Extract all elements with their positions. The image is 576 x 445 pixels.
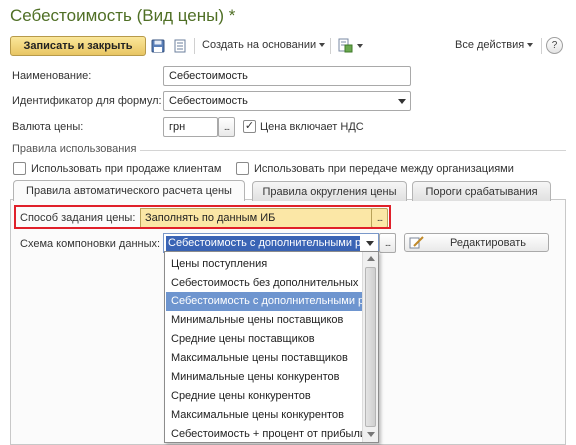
- usage-rules-title: Правила использования: [12, 143, 137, 155]
- create-based-on-menu[interactable]: Создать на основании: [202, 39, 326, 51]
- chevron-down-icon: [365, 240, 374, 246]
- help-button[interactable]: ?: [546, 37, 563, 54]
- dropdown-item[interactable]: Максимальные цены поставщиков: [166, 349, 362, 368]
- dropdown-item[interactable]: Себестоимость без дополнительных р...: [166, 274, 362, 293]
- scheme-select[interactable]: Себестоимость с дополнительными ра: [163, 233, 379, 253]
- currency-label: Валюта цены:: [12, 121, 84, 133]
- vat-checkbox[interactable]: ✓: [243, 120, 256, 133]
- list-icon[interactable]: [173, 39, 187, 53]
- scroll-up-icon[interactable]: [367, 256, 375, 261]
- save-icon[interactable]: [151, 39, 165, 53]
- dropdown-item[interactable]: Средние цены поставщиков: [166, 330, 362, 349]
- dropdown-scrollbar[interactable]: [362, 252, 378, 442]
- dropdown-item[interactable]: Минимальные цены конкурентов: [166, 368, 362, 387]
- dropdown-item[interactable]: Средние цены конкурентов: [166, 387, 362, 406]
- dropdown-item[interactable]: Максимальные цены конкурентов: [166, 406, 362, 425]
- toolbar: Записать и закрыть Создать на основании …: [10, 36, 566, 56]
- highlight-frame: [14, 205, 391, 229]
- scheme-dropdown-button[interactable]: [361, 234, 378, 252]
- attachment-menu[interactable]: [338, 38, 363, 53]
- scheme-label: Схема компоновки данных:: [20, 238, 161, 250]
- use-selling-checkbox[interactable]: [13, 162, 26, 175]
- formula-id-label: Идентификатор для формул:: [12, 95, 162, 107]
- use-transfer-checkbox[interactable]: [236, 162, 249, 175]
- dropdown-item[interactable]: Себестоимость + процент от прибыли ...: [166, 425, 362, 442]
- all-actions-menu[interactable]: Все действия: [455, 39, 534, 51]
- scrollbar-thumb[interactable]: [365, 267, 376, 427]
- edit-icon: [409, 236, 424, 249]
- chevron-down-icon: [397, 98, 406, 104]
- use-selling-label: Использовать при продаже клиентам: [31, 163, 222, 175]
- tab-thresholds[interactable]: Пороги срабатывания: [412, 181, 551, 201]
- edit-scheme-label: Редактировать: [450, 237, 526, 249]
- formula-id-value: Себестоимость: [169, 95, 248, 107]
- chevron-down-icon: [357, 43, 363, 48]
- scheme-select-button[interactable]: ...: [379, 233, 396, 253]
- name-input[interactable]: Себестоимость: [163, 66, 411, 86]
- dropdown-item[interactable]: Минимальные цены поставщиков: [166, 311, 362, 330]
- name-label: Наименование:: [12, 70, 92, 82]
- save-and-close-button[interactable]: Записать и закрыть: [10, 36, 146, 56]
- tab-auto-calc[interactable]: Правила автоматического расчета цены: [13, 180, 245, 201]
- dropdown-item[interactable]: Цены поступления: [166, 255, 362, 274]
- scroll-down-icon[interactable]: [367, 432, 375, 437]
- use-transfer-label: Использовать при передаче между организа…: [254, 163, 514, 175]
- edit-scheme-button[interactable]: Редактировать: [404, 233, 549, 252]
- formula-id-select[interactable]: Себестоимость: [163, 91, 411, 111]
- chevron-down-icon: [319, 43, 326, 48]
- scheme-dropdown-list: Цены поступления Себестоимость без допол…: [164, 251, 379, 443]
- formula-id-dropdown-button[interactable]: [393, 92, 410, 110]
- tab-rounding[interactable]: Правила округления цены: [252, 181, 407, 201]
- window-title: Себестоимость (Вид цены) *: [10, 6, 236, 25]
- create-based-on-label: Создать на основании: [202, 39, 317, 51]
- usage-rules-divider: [140, 150, 566, 151]
- all-actions-label: Все действия: [455, 39, 525, 51]
- scheme-value: Себестоимость с дополнительными ра: [166, 236, 360, 251]
- currency-input[interactable]: грн: [163, 117, 218, 137]
- vat-checkbox-label: Цена включает НДС: [260, 121, 364, 133]
- dropdown-item-selected[interactable]: Себестоимость с дополнительными р...: [166, 292, 362, 311]
- attachment-icon: [338, 38, 353, 53]
- currency-select-button[interactable]: ...: [218, 117, 235, 137]
- chevron-down-icon: [527, 43, 534, 48]
